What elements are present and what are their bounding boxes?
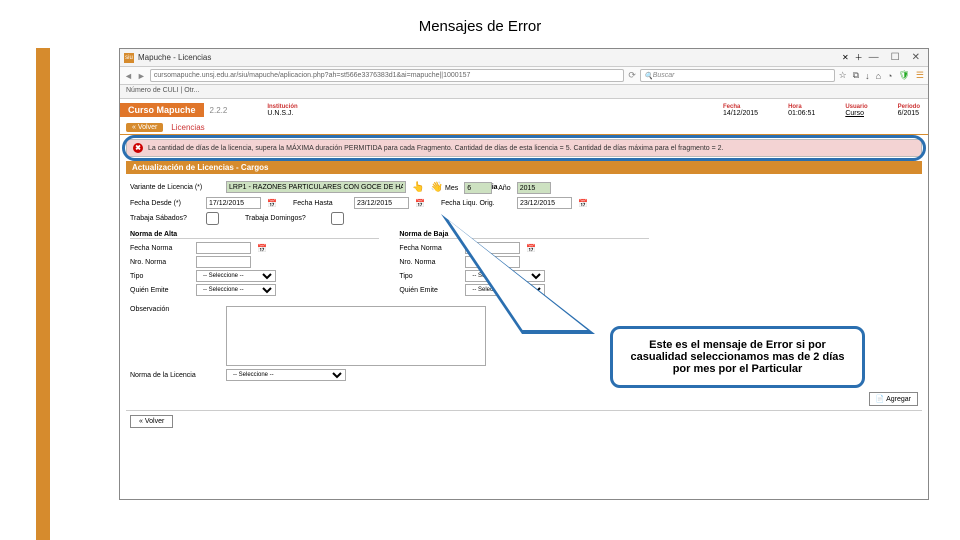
obs-textarea[interactable]: [226, 306, 486, 366]
hasta-label: Fecha Hasta: [293, 200, 348, 207]
error-text: La cantidad de días de la licencia, supe…: [148, 145, 724, 152]
version-text: 2.2.2: [210, 106, 228, 115]
tab-title[interactable]: Mapuche - Licencias: [138, 53, 842, 62]
url-text: cursomapuche.unsj.edu.ar/siu/mapuche/apl…: [154, 72, 471, 79]
window-close-icon[interactable]: ✕: [912, 52, 920, 63]
pocket-icon[interactable]: ◔: [887, 71, 892, 81]
window-min-icon[interactable]: —: [869, 52, 879, 63]
ult-field[interactable]: [517, 197, 572, 209]
baja-tipo-label: Tipo: [399, 273, 459, 280]
domingo-checkbox[interactable]: [331, 212, 344, 225]
anio-field[interactable]: [517, 182, 551, 194]
volver-button-bottom[interactable]: « Volver: [130, 415, 173, 428]
ult-label: Fecha Liqu. Orig.: [441, 200, 511, 207]
error-icon: ✖: [133, 143, 143, 153]
search-field[interactable]: 🔍 Buscar: [640, 69, 835, 82]
back-icon[interactable]: ◄: [124, 71, 133, 81]
section-header: Actualización de Licencias - Cargos: [126, 161, 922, 174]
title-bar: siu Mapuche - Licencias ✕ ＋ — ☐ ✕: [120, 49, 928, 67]
alta-nnorma-field[interactable]: [196, 256, 251, 268]
new-tab-icon[interactable]: ＋: [855, 52, 863, 63]
alta-tipo-label: Tipo: [130, 273, 190, 280]
breadcrumb-text: Licencias: [171, 123, 204, 132]
hasta-field[interactable]: [354, 197, 409, 209]
baja-nnorma-label: Nro. Norma: [399, 259, 459, 266]
agregar-button[interactable]: 📄 Agregar: [869, 392, 918, 406]
periodo-value: 6/2015: [898, 110, 920, 117]
alta-header: Norma de Alta: [130, 231, 379, 239]
brand-logo: Curso Mapuche: [120, 103, 204, 117]
favicon-icon: siu: [124, 53, 134, 63]
breadcrumb: « Volver Licencias: [120, 121, 928, 135]
baja-emisor-label: Quién Emite: [399, 287, 459, 294]
spacer-col: [669, 231, 918, 298]
inst-value: U.N.S.J.: [267, 110, 297, 117]
address-bar: ◄ ► cursomapuche.unsj.edu.ar/siu/mapuche…: [120, 67, 928, 85]
orange-vertical-bar: [36, 48, 50, 540]
star-icon[interactable]: ☆: [839, 70, 847, 81]
obs-label: Observación: [130, 306, 220, 313]
fecha-value: 14/12/2015: [723, 110, 758, 117]
nlic-select[interactable]: -- Seleccione --: [226, 369, 346, 381]
alta-emisor-label: Quién Emite: [130, 287, 190, 294]
calendar-icon[interactable]: 📅: [267, 199, 277, 208]
url-field[interactable]: cursomapuche.unsj.edu.ar/siu/mapuche/apl…: [150, 69, 625, 82]
bookmarks-icon[interactable]: ⧉: [853, 70, 859, 81]
desde-label: Fecha Desde (*): [130, 200, 200, 207]
brand-bar: Curso Mapuche 2.2.2 InstituciónU.N.S.J. …: [120, 99, 928, 121]
shield-icon[interactable]: 🛡: [898, 70, 909, 81]
tab-close-icon[interactable]: ✕: [842, 53, 849, 62]
home-icon[interactable]: ⌂: [876, 71, 881, 81]
bookmark-bar: Número de CULI | Otr...: [120, 85, 928, 99]
variante-field[interactable]: [226, 181, 406, 193]
volver-button[interactable]: « Volver: [126, 123, 163, 132]
callout-box: Este es el mensaje de Error si por casua…: [610, 326, 865, 388]
sabado-label: Trabaja Sábados?: [130, 215, 200, 222]
nlic-label: Norma de la Licencia: [130, 372, 220, 379]
window-max-icon[interactable]: ☐: [891, 52, 900, 63]
slide-title: Mensajes de Error: [0, 0, 960, 43]
mes-label: Mes: [445, 185, 458, 192]
error-wrapper: ✖ La cantidad de días de la licencia, su…: [126, 139, 922, 157]
anio-label: Año: [498, 185, 510, 192]
alta-fnorma-field[interactable]: [196, 242, 251, 254]
pointer-icon[interactable]: 👆: [412, 182, 424, 193]
reload-icon[interactable]: ⟳: [628, 70, 636, 81]
baja-fnorma-label: Fecha Norma: [399, 245, 459, 252]
alta-tipo-select[interactable]: -- Seleccione --: [196, 270, 276, 282]
alta-fnorma-label: Fecha Norma: [130, 245, 190, 252]
norma-alta-col: Norma de Alta Fecha Norma 📅 Nro. Norma Ti…: [130, 231, 379, 298]
hora-value: 01:06:51: [788, 110, 815, 117]
alta-emisor-select[interactable]: -- Seleccione --: [196, 284, 276, 296]
domingo-label: Trabaja Domingos?: [245, 215, 325, 222]
usuario-value[interactable]: Curso: [845, 110, 867, 117]
download-icon[interactable]: ↓: [865, 71, 870, 81]
forward-icon[interactable]: ►: [137, 71, 146, 81]
alta-nnorma-label: Nro. Norma: [130, 259, 190, 266]
search-placeholder: Buscar: [653, 72, 675, 79]
calendar-icon-2[interactable]: 📅: [415, 199, 425, 208]
calendar-icon-4[interactable]: 📅: [257, 244, 267, 253]
variante-label: Variante de Licencia (*): [130, 184, 220, 191]
desde-field[interactable]: [206, 197, 261, 209]
pointer-icon-2[interactable]: 👋: [430, 182, 442, 193]
calendar-icon-3[interactable]: 📅: [578, 199, 588, 208]
sabado-checkbox[interactable]: [206, 212, 219, 225]
menu-icon[interactable]: ☰: [916, 70, 924, 81]
mes-field[interactable]: [464, 182, 492, 194]
error-message-box: ✖ La cantidad de días de la licencia, su…: [126, 139, 922, 157]
